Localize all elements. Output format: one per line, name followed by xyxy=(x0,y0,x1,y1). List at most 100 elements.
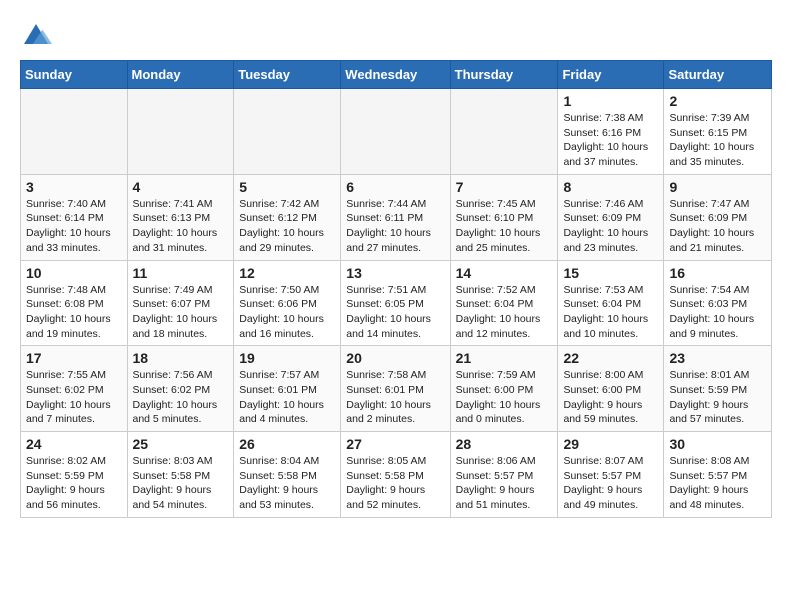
day-number: 11 xyxy=(133,265,229,281)
calendar-cell: 26 Sunrise: 8:04 AMSunset: 5:58 PMDayligh… xyxy=(234,432,341,518)
day-info: Sunrise: 7:56 AMSunset: 6:02 PMDaylight:… xyxy=(133,368,229,427)
day-number: 4 xyxy=(133,179,229,195)
day-info: Sunrise: 7:50 AMSunset: 6:06 PMDaylight:… xyxy=(239,283,335,342)
day-number: 9 xyxy=(669,179,766,195)
day-number: 29 xyxy=(563,436,658,452)
day-number: 17 xyxy=(26,350,122,366)
day-info: Sunrise: 7:48 AMSunset: 6:08 PMDaylight:… xyxy=(26,283,122,342)
day-info: Sunrise: 7:41 AMSunset: 6:13 PMDaylight:… xyxy=(133,197,229,256)
day-number: 18 xyxy=(133,350,229,366)
day-number: 21 xyxy=(456,350,553,366)
calendar-body: 1 Sunrise: 7:38 AMSunset: 6:16 PMDaylight… xyxy=(21,89,772,518)
calendar-header: SundayMondayTuesdayWednesdayThursdayFrid… xyxy=(21,61,772,89)
day-info: Sunrise: 7:45 AMSunset: 6:10 PMDaylight:… xyxy=(456,197,553,256)
day-number: 16 xyxy=(669,265,766,281)
weekday-header-tuesday: Tuesday xyxy=(234,61,341,89)
day-info: Sunrise: 7:39 AMSunset: 6:15 PMDaylight:… xyxy=(669,111,766,170)
day-number: 10 xyxy=(26,265,122,281)
day-info: Sunrise: 8:02 AMSunset: 5:59 PMDaylight:… xyxy=(26,454,122,513)
calendar-cell: 28 Sunrise: 8:06 AMSunset: 5:57 PMDayligh… xyxy=(450,432,558,518)
calendar-cell: 2 Sunrise: 7:39 AMSunset: 6:15 PMDaylight… xyxy=(664,89,772,175)
calendar-week-4: 17 Sunrise: 7:55 AMSunset: 6:02 PMDayligh… xyxy=(21,346,772,432)
calendar-cell: 19 Sunrise: 7:57 AMSunset: 6:01 PMDayligh… xyxy=(234,346,341,432)
day-info: Sunrise: 8:07 AMSunset: 5:57 PMDaylight:… xyxy=(563,454,658,513)
calendar-cell: 5 Sunrise: 7:42 AMSunset: 6:12 PMDaylight… xyxy=(234,174,341,260)
calendar-week-1: 1 Sunrise: 7:38 AMSunset: 6:16 PMDaylight… xyxy=(21,89,772,175)
day-info: Sunrise: 7:40 AMSunset: 6:14 PMDaylight:… xyxy=(26,197,122,256)
day-number: 23 xyxy=(669,350,766,366)
day-info: Sunrise: 7:52 AMSunset: 6:04 PMDaylight:… xyxy=(456,283,553,342)
day-info: Sunrise: 8:00 AMSunset: 6:00 PMDaylight:… xyxy=(563,368,658,427)
day-info: Sunrise: 8:03 AMSunset: 5:58 PMDaylight:… xyxy=(133,454,229,513)
calendar-cell: 13 Sunrise: 7:51 AMSunset: 6:05 PMDayligh… xyxy=(341,260,450,346)
day-number: 6 xyxy=(346,179,444,195)
weekday-header-saturday: Saturday xyxy=(664,61,772,89)
calendar-cell: 11 Sunrise: 7:49 AMSunset: 6:07 PMDayligh… xyxy=(127,260,234,346)
day-number: 28 xyxy=(456,436,553,452)
calendar-cell: 30Sunrise: 8:08 AMSunset: 5:57 PMDayligh… xyxy=(664,432,772,518)
day-number: 13 xyxy=(346,265,444,281)
day-number: 7 xyxy=(456,179,553,195)
day-info: Sunrise: 7:47 AMSunset: 6:09 PMDaylight:… xyxy=(669,197,766,256)
calendar-cell: 10 Sunrise: 7:48 AMSunset: 6:08 PMDayligh… xyxy=(21,260,128,346)
day-info: Sunrise: 7:53 AMSunset: 6:04 PMDaylight:… xyxy=(563,283,658,342)
day-number: 26 xyxy=(239,436,335,452)
day-number: 2 xyxy=(669,93,766,109)
day-info: Sunrise: 8:08 AMSunset: 5:57 PMDaylight:… xyxy=(669,454,766,513)
logo xyxy=(20,20,56,52)
calendar-cell: 20 Sunrise: 7:58 AMSunset: 6:01 PMDayligh… xyxy=(341,346,450,432)
day-info: Sunrise: 7:44 AMSunset: 6:11 PMDaylight:… xyxy=(346,197,444,256)
page-header xyxy=(20,20,772,52)
day-info: Sunrise: 8:04 AMSunset: 5:58 PMDaylight:… xyxy=(239,454,335,513)
weekday-header-friday: Friday xyxy=(558,61,664,89)
calendar-week-2: 3 Sunrise: 7:40 AMSunset: 6:14 PMDaylight… xyxy=(21,174,772,260)
calendar-week-3: 10 Sunrise: 7:48 AMSunset: 6:08 PMDayligh… xyxy=(21,260,772,346)
calendar-cell xyxy=(450,89,558,175)
day-number: 8 xyxy=(563,179,658,195)
calendar-cell: 22 Sunrise: 8:00 AMSunset: 6:00 PMDayligh… xyxy=(558,346,664,432)
day-number: 24 xyxy=(26,436,122,452)
day-info: Sunrise: 7:42 AMSunset: 6:12 PMDaylight:… xyxy=(239,197,335,256)
calendar-cell: 18 Sunrise: 7:56 AMSunset: 6:02 PMDayligh… xyxy=(127,346,234,432)
calendar-cell: 29 Sunrise: 8:07 AMSunset: 5:57 PMDayligh… xyxy=(558,432,664,518)
calendar-cell: 9 Sunrise: 7:47 AMSunset: 6:09 PMDaylight… xyxy=(664,174,772,260)
day-number: 27 xyxy=(346,436,444,452)
day-number: 14 xyxy=(456,265,553,281)
calendar-cell xyxy=(234,89,341,175)
calendar-cell: 27 Sunrise: 8:05 AMSunset: 5:58 PMDayligh… xyxy=(341,432,450,518)
calendar-cell: 3 Sunrise: 7:40 AMSunset: 6:14 PMDaylight… xyxy=(21,174,128,260)
calendar-cell: 6 Sunrise: 7:44 AMSunset: 6:11 PMDaylight… xyxy=(341,174,450,260)
day-info: Sunrise: 7:59 AMSunset: 6:00 PMDaylight:… xyxy=(456,368,553,427)
day-info: Sunrise: 7:54 AMSunset: 6:03 PMDaylight:… xyxy=(669,283,766,342)
day-number: 3 xyxy=(26,179,122,195)
day-info: Sunrise: 7:58 AMSunset: 6:01 PMDaylight:… xyxy=(346,368,444,427)
calendar-cell: 23 Sunrise: 8:01 AMSunset: 5:59 PMDayligh… xyxy=(664,346,772,432)
calendar-cell: 24 Sunrise: 8:02 AMSunset: 5:59 PMDayligh… xyxy=(21,432,128,518)
weekday-header-sunday: Sunday xyxy=(21,61,128,89)
calendar-cell: 14 Sunrise: 7:52 AMSunset: 6:04 PMDayligh… xyxy=(450,260,558,346)
day-number: 20 xyxy=(346,350,444,366)
weekday-header-thursday: Thursday xyxy=(450,61,558,89)
day-number: 22 xyxy=(563,350,658,366)
day-info: Sunrise: 7:51 AMSunset: 6:05 PMDaylight:… xyxy=(346,283,444,342)
calendar-cell: 17 Sunrise: 7:55 AMSunset: 6:02 PMDayligh… xyxy=(21,346,128,432)
calendar-cell: 21 Sunrise: 7:59 AMSunset: 6:00 PMDayligh… xyxy=(450,346,558,432)
day-info: Sunrise: 7:46 AMSunset: 6:09 PMDaylight:… xyxy=(563,197,658,256)
calendar-cell: 12 Sunrise: 7:50 AMSunset: 6:06 PMDayligh… xyxy=(234,260,341,346)
day-info: Sunrise: 8:05 AMSunset: 5:58 PMDaylight:… xyxy=(346,454,444,513)
day-info: Sunrise: 7:57 AMSunset: 6:01 PMDaylight:… xyxy=(239,368,335,427)
day-number: 5 xyxy=(239,179,335,195)
day-info: Sunrise: 7:55 AMSunset: 6:02 PMDaylight:… xyxy=(26,368,122,427)
calendar-cell: 4 Sunrise: 7:41 AMSunset: 6:13 PMDaylight… xyxy=(127,174,234,260)
day-info: Sunrise: 7:38 AMSunset: 6:16 PMDaylight:… xyxy=(563,111,658,170)
calendar-cell: 16 Sunrise: 7:54 AMSunset: 6:03 PMDayligh… xyxy=(664,260,772,346)
day-info: Sunrise: 8:01 AMSunset: 5:59 PMDaylight:… xyxy=(669,368,766,427)
calendar-cell: 15Sunrise: 7:53 AMSunset: 6:04 PMDayligh… xyxy=(558,260,664,346)
day-number: 25 xyxy=(133,436,229,452)
day-info: Sunrise: 8:06 AMSunset: 5:57 PMDaylight:… xyxy=(456,454,553,513)
day-number: 19 xyxy=(239,350,335,366)
day-number: 12 xyxy=(239,265,335,281)
day-number: 1 xyxy=(563,93,658,109)
calendar-cell xyxy=(127,89,234,175)
day-info: Sunrise: 7:49 AMSunset: 6:07 PMDaylight:… xyxy=(133,283,229,342)
